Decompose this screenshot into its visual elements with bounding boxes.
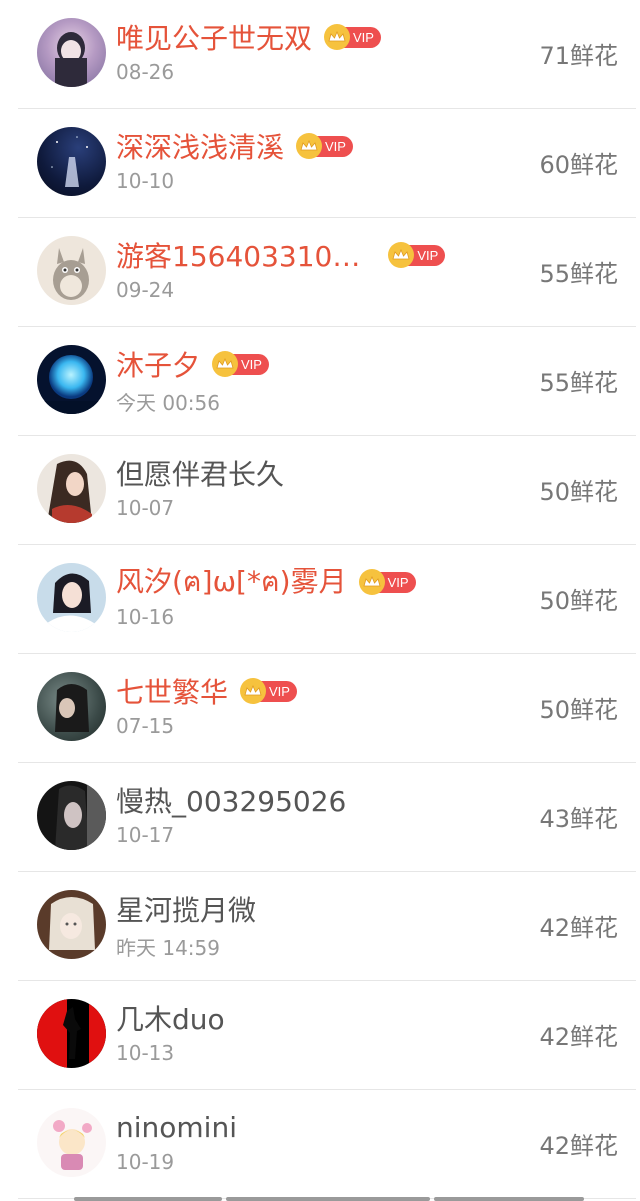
username[interactable]: 慢热_003295026 <box>116 780 346 820</box>
flower-count: 42鲜花 <box>539 1132 618 1160</box>
list-item[interactable]: 星河揽月微 昨天 14:59 42鲜花 <box>0 872 640 981</box>
list-item[interactable]: 七世繁华 VIP 07-15 50鲜花 <box>0 654 640 763</box>
crown-icon <box>324 24 351 50</box>
scroll-indicator <box>226 1197 430 1201</box>
avatar-icon <box>55 684 89 732</box>
flower-count: 43鲜花 <box>539 805 618 833</box>
list-item[interactable]: 风汐(ฅ]ω[*ฅ)雾月 VIP 10-16 50鲜花 <box>0 545 640 654</box>
list-item[interactable]: 游客156403310… VIP 09-24 55鲜花 <box>0 218 640 327</box>
flower-count: 50鲜花 <box>539 587 618 615</box>
avatar[interactable] <box>37 672 106 741</box>
timestamp: 昨天 14:59 <box>116 936 220 960</box>
username[interactable]: 但愿伴君长久 <box>116 453 284 493</box>
flower-count: 50鲜花 <box>539 696 618 724</box>
timestamp: 10-13 <box>116 1041 175 1065</box>
vip-badge: VIP <box>240 678 297 704</box>
crown-icon <box>296 133 323 159</box>
list-item[interactable]: 慢热_003295026 10-17 43鲜花 <box>0 763 640 872</box>
flower-count: 50鲜花 <box>539 478 618 506</box>
timestamp: 10-10 <box>116 169 175 193</box>
avatar[interactable] <box>37 999 106 1068</box>
username[interactable]: 深深浅浅清溪 <box>116 126 284 166</box>
vip-badge: VIP <box>296 133 353 159</box>
username[interactable]: 七世繁华 <box>116 671 228 711</box>
vip-badge: VIP <box>388 242 446 268</box>
avatar-icon <box>37 999 106 1068</box>
flower-count: 42鲜花 <box>539 914 618 942</box>
avatar-icon <box>47 460 92 523</box>
list-item[interactable]: 几木duo 10-13 42鲜花 <box>0 981 640 1090</box>
avatar[interactable] <box>37 127 106 196</box>
timestamp: 10-07 <box>116 496 175 520</box>
flower-count: 55鲜花 <box>539 260 618 288</box>
list-item[interactable]: ninomini 10-19 42鲜花 <box>0 1090 640 1199</box>
flower-count: 42鲜花 <box>539 1023 618 1051</box>
timestamp: 今天 00:56 <box>116 391 220 415</box>
username[interactable]: 星河揽月微 <box>116 889 256 929</box>
flower-count: 60鲜花 <box>539 151 618 179</box>
timestamp: 10-19 <box>116 1150 175 1174</box>
username[interactable]: 唯见公子世无双 <box>116 17 312 57</box>
avatar-icon <box>55 781 106 850</box>
crown-icon <box>212 351 239 377</box>
scroll-indicator <box>434 1197 584 1201</box>
username[interactable]: 风汐(ฅ]ω[*ฅ)雾月 <box>116 560 347 604</box>
avatar[interactable] <box>37 563 106 632</box>
timestamp: 07-15 <box>116 714 175 738</box>
list-item[interactable]: 沐子夕 VIP 今天 00:56 55鲜花 <box>0 327 640 436</box>
username[interactable]: 沐子夕 <box>116 344 200 384</box>
avatar-icon <box>53 248 89 300</box>
timestamp: 09-24 <box>116 278 175 302</box>
avatar-icon <box>37 355 106 414</box>
avatar[interactable] <box>37 890 106 959</box>
crown-icon <box>240 678 267 704</box>
timestamp: 10-16 <box>116 605 175 629</box>
avatar-icon <box>49 897 95 950</box>
vip-badge: VIP <box>324 24 381 50</box>
ranking-list: 唯见公子世无双 VIP 08-26 71鲜花 深深浅浅清溪 VIP 10-10 … <box>0 0 640 1201</box>
avatar[interactable] <box>37 345 106 414</box>
list-item[interactable]: 深深浅浅清溪 VIP 10-10 60鲜花 <box>0 109 640 218</box>
scroll-indicator <box>74 1197 222 1201</box>
avatar-icon <box>55 32 87 87</box>
flower-count: 55鲜花 <box>539 369 618 397</box>
list-item[interactable]: 唯见公子世无双 VIP 08-26 71鲜花 <box>0 0 640 109</box>
avatar-icon <box>51 136 88 187</box>
avatar[interactable] <box>37 18 106 87</box>
username[interactable]: 游客156403310… <box>116 235 360 275</box>
vip-badge: VIP <box>212 351 269 377</box>
avatar[interactable] <box>37 454 106 523</box>
list-item[interactable]: 但愿伴君长久 10-07 50鲜花 <box>0 436 640 545</box>
vip-badge: VIP <box>358 569 416 595</box>
avatar[interactable] <box>37 1108 106 1177</box>
username[interactable]: ninomini <box>116 1111 237 1144</box>
timestamp: 08-26 <box>116 60 175 84</box>
crown-icon <box>358 569 385 595</box>
username[interactable]: 几木duo <box>116 998 225 1038</box>
flower-count: 71鲜花 <box>539 42 618 70</box>
avatar-icon <box>47 573 97 632</box>
avatar[interactable] <box>37 236 106 305</box>
avatar[interactable] <box>37 781 106 850</box>
timestamp: 10-17 <box>116 823 175 847</box>
avatar-icon <box>53 1120 92 1170</box>
